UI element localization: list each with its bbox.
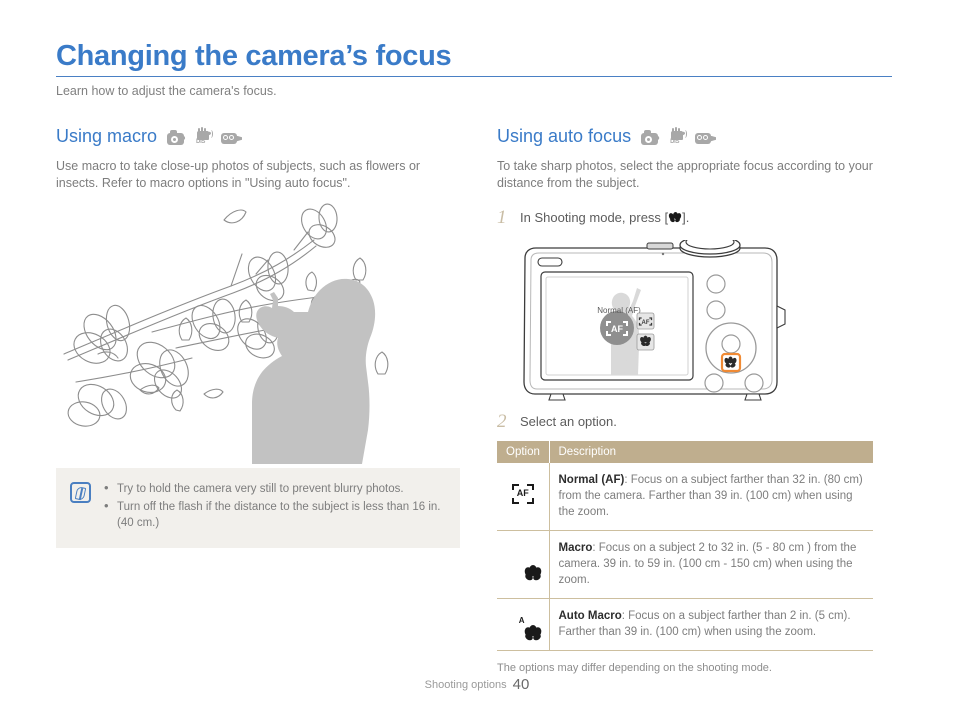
table-row: AF Normal (AF): Focus on a subject farth…: [497, 463, 873, 531]
option-description: : Focus on a subject 2 to 32 in. (5 - 80…: [558, 542, 857, 586]
camera-program-icon: P: [641, 129, 662, 145]
using-auto-focus-body: To take sharp photos, select the appropr…: [497, 159, 873, 190]
option-name: Macro: [558, 542, 593, 554]
af-bracket-icon: AF: [511, 484, 534, 504]
dis-hand-icon: DIS: [669, 126, 688, 145]
note-bullet-list: Try to hold the camera very still to pre…: [104, 480, 446, 533]
note-bullet: Try to hold the camera very still to pre…: [104, 480, 446, 497]
option-name: Auto Macro: [558, 610, 622, 622]
option-icon-cell: A: [497, 598, 550, 651]
note-bullet: Turn off the flash if the distance to th…: [104, 498, 446, 531]
page-title: Changing the camera’s focus: [56, 40, 452, 72]
camcorder-icon: [221, 131, 243, 145]
step-text: Select an option.: [520, 414, 617, 429]
table-footnote: The options may differ depending on the …: [497, 662, 772, 674]
option-description-cell: Auto Macro: Focus on a subject farther t…: [549, 598, 873, 651]
note-pencil-icon: [70, 482, 91, 503]
mode-icon-group: P DIS: [167, 126, 243, 145]
svg-text:AF: AF: [642, 320, 650, 326]
dis-hand-icon: DIS: [195, 126, 214, 145]
title-divider: [56, 76, 892, 77]
footer-page-number: 40: [512, 676, 530, 693]
step-number: 2: [497, 411, 507, 432]
mode-icon-group: P DIS: [641, 126, 717, 145]
macro-flower-icon: [668, 212, 683, 224]
table-header-row: Option Description: [497, 441, 873, 463]
camera-program-icon: P: [167, 129, 188, 145]
option-icon-cell: AF: [497, 463, 550, 531]
step-1: 1 In Shooting mode, press [ ].: [497, 208, 893, 228]
page-footer: Shooting options 40: [0, 676, 954, 693]
page-subtitle: Learn how to adjust the camera's focus.: [56, 84, 277, 98]
highlighted-macro-button: [720, 352, 742, 373]
table-row: A Auto Macro: Focus on a subject farther…: [497, 598, 873, 651]
svg-text:AF: AF: [611, 324, 623, 334]
camcorder-icon: [695, 131, 717, 145]
option-name: Normal (AF): [558, 474, 625, 486]
step-text: In Shooting mode, press [ ].: [520, 208, 689, 228]
camera-rear-diagram: AF Normal (AF) AF: [515, 234, 801, 402]
magnolia-branch-photographer-illustration: [56, 182, 460, 464]
manual-page: Changing the camera’s focus Learn how to…: [0, 0, 954, 720]
option-icon-cell: [497, 530, 550, 599]
step-text-before: In Shooting mode, press [: [520, 210, 669, 225]
step-text-after: ].: [682, 210, 690, 225]
column-header-option: Option: [497, 441, 550, 463]
section-header-using-macro: Using macro P DIS: [56, 124, 460, 148]
option-description-cell: Normal (AF): Focus on a subject farther …: [549, 463, 873, 531]
right-column: Using auto focus P DIS To take sharp pho…: [497, 124, 893, 674]
focus-options-table: Option Description AF Normal (AF): Focus…: [497, 441, 873, 651]
column-header-description: Description: [549, 441, 873, 463]
section-title-using-auto-focus: Using auto focus: [497, 125, 632, 146]
photographer-silhouette: [252, 278, 376, 464]
section-header-using-auto-focus: Using auto focus P DIS: [497, 124, 893, 148]
option-description-cell: Macro: Focus on a subject 2 to 32 in. (5…: [549, 530, 873, 599]
step-number: 1: [497, 207, 507, 228]
note-box: Try to hold the camera very still to pre…: [56, 468, 460, 548]
table-row: Macro: Focus on a subject 2 to 32 in. (5…: [497, 530, 873, 599]
footer-section-label: Shooting options: [424, 679, 507, 691]
section-title-using-macro: Using macro: [56, 125, 158, 146]
step-2: 2 Select an option.: [497, 412, 893, 432]
lcd-mode-label: Normal (AF): [597, 306, 641, 315]
